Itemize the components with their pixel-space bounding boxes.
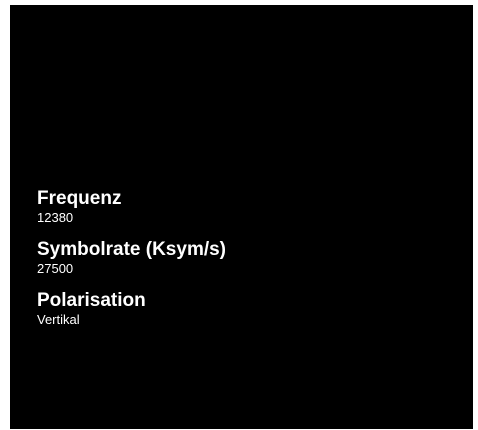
setting-label: Symbolrate (Ksym/s) [37, 239, 227, 260]
tv-screen: Frequenz 12380 Symbolrate (Ksym/s) 27500… [10, 5, 473, 429]
setting-frequency[interactable]: Frequenz 12380 [37, 188, 457, 226]
satellite-transponder-settings: Frequenz 12380 Symbolrate (Ksym/s) 27500… [37, 188, 457, 341]
setting-value: 27500 [37, 261, 74, 276]
setting-value: Vertikal [37, 312, 80, 327]
setting-label: Frequenz [37, 188, 122, 209]
setting-label: Polarisation [37, 290, 146, 311]
setting-symbol-rate[interactable]: Symbolrate (Ksym/s) 27500 [37, 239, 457, 277]
setting-polarisation[interactable]: Polarisation Vertikal [37, 290, 457, 328]
setting-value: 12380 [37, 210, 74, 225]
